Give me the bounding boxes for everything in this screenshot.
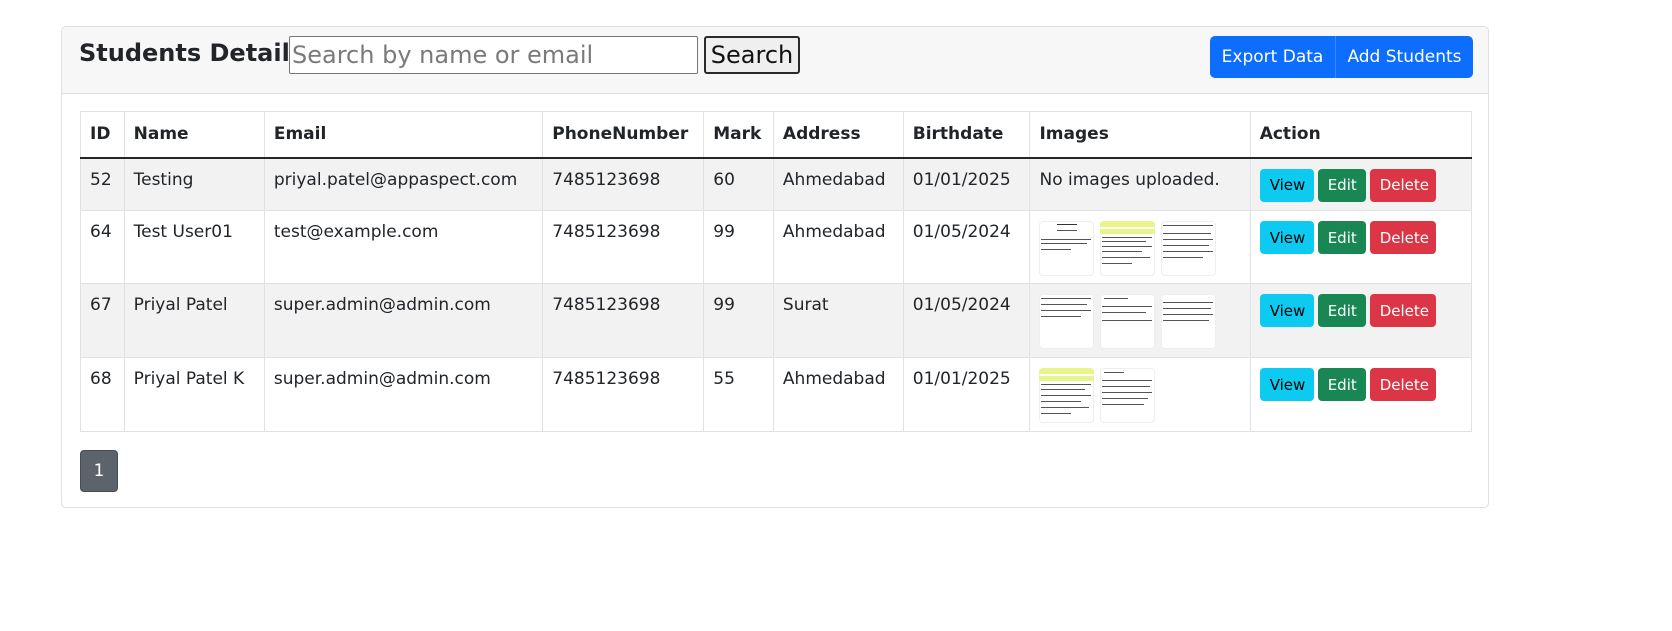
image-thumbnail[interactable]	[1039, 294, 1095, 349]
view-button[interactable]: View	[1259, 294, 1314, 327]
cell-address: Ahmedabad	[772, 210, 904, 284]
cell-address: Ahmedabad	[772, 157, 904, 211]
table-row: 68 Priyal Patel K super.admin@admin.com …	[80, 357, 1473, 432]
image-thumbnail[interactable]	[1039, 368, 1095, 423]
column-header: Action	[1249, 111, 1473, 159]
cell-mark: 55	[703, 357, 774, 432]
cell-name: Testing	[123, 157, 265, 211]
cell-email: super.admin@admin.com	[263, 357, 544, 432]
column-header: Name	[123, 111, 265, 159]
image-thumbnail[interactable]	[1100, 221, 1156, 276]
cell-mark: 60	[703, 157, 774, 211]
view-button[interactable]: View	[1259, 368, 1314, 401]
cell-email: super.admin@admin.com	[263, 283, 544, 358]
cell-address: Ahmedabad	[772, 357, 904, 432]
pagination-page-1[interactable]: 1	[80, 450, 118, 492]
search-button[interactable]: Search	[704, 36, 800, 74]
cell-birthdate: 01/05/2024	[902, 283, 1031, 358]
cell-images	[1029, 210, 1251, 284]
cell-id: 52	[80, 157, 125, 211]
cell-actions: View Edit Delete	[1249, 157, 1473, 211]
delete-button[interactable]: Delete	[1369, 294, 1436, 327]
column-header: Address	[772, 111, 904, 159]
cell-email: test@example.com	[263, 210, 544, 284]
edit-button[interactable]: Edit	[1317, 168, 1366, 202]
cell-mark: 99	[703, 283, 774, 358]
image-thumbnail[interactable]	[1100, 368, 1156, 423]
cell-address: Surat	[772, 283, 904, 358]
edit-button[interactable]: Edit	[1317, 368, 1366, 401]
image-thumbnail[interactable]	[1100, 294, 1156, 349]
cell-phone: 7485123698	[542, 157, 705, 211]
edit-button[interactable]: Edit	[1317, 221, 1366, 254]
delete-button[interactable]: Delete	[1369, 221, 1436, 254]
table-header-row: ID Name Email PhoneNumber Mark Address B…	[80, 111, 1473, 159]
cell-phone: 7485123698	[542, 283, 705, 358]
cell-phone: 7485123698	[542, 357, 705, 432]
table-row: 52 Testing priyal.patel@appaspect.com 74…	[80, 157, 1473, 211]
cell-id: 68	[80, 357, 125, 432]
column-header: Birthdate	[902, 111, 1031, 159]
cell-images	[1029, 357, 1251, 432]
table-row: 67 Priyal Patel super.admin@admin.com 74…	[80, 283, 1473, 358]
cell-mark: 99	[703, 210, 774, 284]
cell-phone: 7485123698	[542, 210, 705, 284]
card-header: Students Details Search Export Data Add …	[62, 27, 1488, 94]
search-input[interactable]	[289, 36, 698, 74]
column-header: PhoneNumber	[542, 111, 705, 159]
cell-images: No images uploaded.	[1029, 157, 1251, 211]
add-students-button[interactable]: Add Students	[1335, 36, 1473, 78]
delete-button[interactable]: Delete	[1369, 168, 1436, 202]
cell-name: Priyal Patel K	[123, 357, 265, 432]
cell-images	[1029, 283, 1251, 358]
delete-button[interactable]: Delete	[1369, 368, 1436, 401]
cell-birthdate: 01/01/2025	[902, 157, 1031, 211]
cell-id: 67	[80, 283, 125, 358]
cell-name: Test User01	[123, 210, 265, 284]
table-row: 64 Test User01 test@example.com 74851236…	[80, 210, 1473, 284]
image-thumbnail[interactable]	[1039, 221, 1095, 276]
export-data-button[interactable]: Export Data	[1210, 36, 1335, 78]
page-title: Students Details	[79, 39, 305, 67]
students-table: ID Name Email PhoneNumber Mark Address B…	[80, 111, 1473, 432]
cell-actions: View Edit Delete	[1249, 357, 1473, 432]
cell-birthdate: 01/05/2024	[902, 210, 1031, 284]
cell-birthdate: 01/01/2025	[902, 357, 1031, 432]
column-header: Images	[1029, 111, 1251, 159]
image-thumbnail[interactable]	[1161, 221, 1217, 276]
cell-id: 64	[80, 210, 125, 284]
column-header: ID	[80, 111, 125, 159]
cell-actions: View Edit Delete	[1249, 210, 1473, 284]
cell-email: priyal.patel@appaspect.com	[263, 157, 544, 211]
cell-name: Priyal Patel	[123, 283, 265, 358]
column-header: Email	[263, 111, 544, 159]
column-header: Mark	[703, 111, 774, 159]
image-thumbnail[interactable]	[1161, 294, 1217, 349]
view-button[interactable]: View	[1259, 221, 1314, 254]
edit-button[interactable]: Edit	[1317, 294, 1366, 327]
students-card: Students Details Search Export Data Add …	[61, 26, 1489, 508]
cell-actions: View Edit Delete	[1249, 283, 1473, 358]
view-button[interactable]: View	[1259, 168, 1314, 202]
